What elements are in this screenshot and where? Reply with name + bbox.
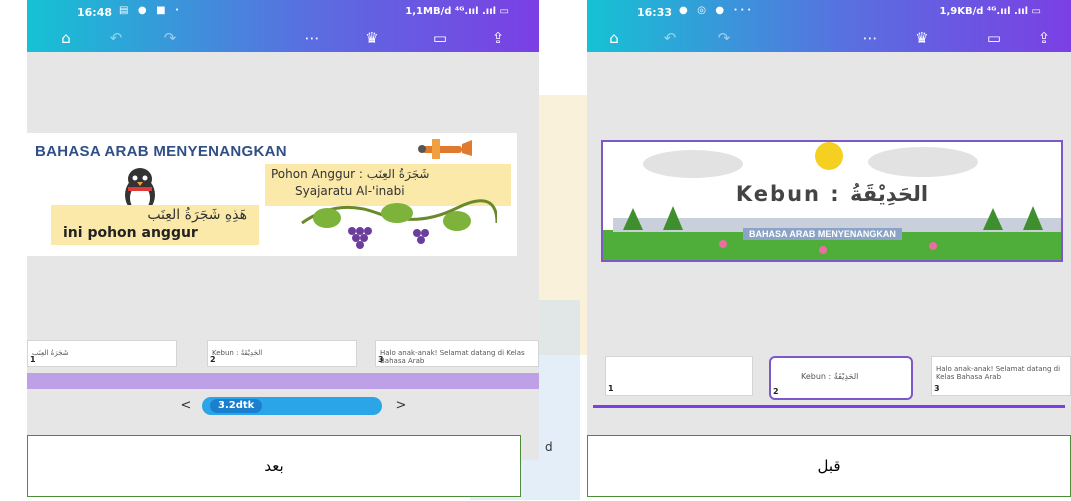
present-icon[interactable]: ▭ bbox=[427, 26, 453, 50]
slide-title: BAHASA ARAB MENYENANGKAN bbox=[35, 143, 287, 160]
redo-icon[interactable]: ↷ bbox=[711, 26, 737, 50]
animation-timeline[interactable] bbox=[27, 373, 539, 389]
thumbnail-text: Halo anak-anak! Selamat datang di Kelas … bbox=[380, 349, 525, 365]
share-icon[interactable]: ⇪ bbox=[1031, 26, 1057, 50]
app-header: 16:33 ● ◎ ● ··· 1,9KB/d ⁴ᴳ.ııl .ııl ▭ ⌂ … bbox=[587, 0, 1071, 52]
more-options-icon[interactable]: ⋯ bbox=[299, 26, 325, 50]
caption-before: قبل bbox=[587, 435, 1071, 497]
editor-toolbar: ⌂ ↶ ↷ ⋯ ♛ ▭ ⇪ bbox=[587, 26, 1071, 50]
status-bar: 16:48 ▤ ● ■ · 1,1MB/d ⁴ᴳ.ııl .ııl ▭ bbox=[27, 3, 539, 23]
caption-after: بعد bbox=[27, 435, 521, 497]
status-time: 16:48 bbox=[77, 6, 113, 19]
slide-thumbnail-3[interactable]: Halo anak-anak! Selamat datang di Kelas … bbox=[375, 340, 539, 367]
undo-icon[interactable]: ↶ bbox=[657, 26, 683, 50]
notification-icons: ▤ ● ■ · bbox=[119, 5, 182, 16]
after-screenshot: 16:48 ▤ ● ■ · 1,1MB/d ⁴ᴳ.ııl .ııl ▭ ⌂ ↶ … bbox=[27, 0, 539, 460]
status-network: 1,1MB/d ⁴ᴳ.ııl .ııl ▭ bbox=[405, 6, 509, 17]
slide-banner: BAHASA ARAB MENYENANGKAN bbox=[743, 228, 902, 240]
thumbnail-text: شَجَرَةُ العِنَب bbox=[32, 349, 69, 357]
before-screenshot: 16:33 ● ◎ ● ··· 1,9KB/d ⁴ᴳ.ııl .ııl ▭ ⌂ … bbox=[587, 0, 1071, 440]
vocab-word: Pohon Anggur : شَجَرَةُ العِنَب bbox=[271, 167, 430, 181]
duration-slider[interactable]: 3.2dtk bbox=[202, 397, 382, 415]
slide-thumbnail-2[interactable]: Kebun : الحَدِيْقَةُ 2 bbox=[769, 356, 913, 400]
slide-thumbnail-2[interactable]: Kebun : الحَدِيْقَةُ 2 bbox=[207, 340, 357, 367]
crown-icon[interactable]: ♛ bbox=[359, 26, 385, 50]
slide-thumbnail-3[interactable]: Halo anak-anak! Selamat datang di Kelas … bbox=[931, 356, 1071, 396]
slide-thumbnail-1[interactable]: 1 bbox=[605, 356, 753, 396]
status-network: 1,9KB/d ⁴ᴳ.ııl .ııl ▭ bbox=[939, 6, 1041, 17]
grape-vine-illustration bbox=[301, 199, 497, 249]
duration-value: 3.2dtk bbox=[210, 399, 263, 413]
latin-sentence: ini pohon anggur bbox=[63, 225, 198, 241]
previous-button[interactable]: < bbox=[175, 398, 197, 414]
thumbnail-number: 1 bbox=[30, 355, 36, 364]
thumbnail-text: Kebun : الحَدِيْقَةُ bbox=[212, 349, 263, 357]
playback-progress-bar bbox=[593, 405, 1065, 408]
slide-thumbnail-1[interactable]: شَجَرَةُ العِنَب 1 bbox=[27, 340, 177, 367]
home-icon[interactable]: ⌂ bbox=[601, 26, 627, 50]
cropped-text: d bbox=[545, 440, 553, 454]
status-time: 16:33 bbox=[637, 6, 673, 19]
slide-canvas[interactable]: BAHASA ARAB MENYENANGKAN هَذِهِ شَجَرَةُ… bbox=[27, 133, 517, 256]
home-icon[interactable]: ⌂ bbox=[53, 26, 79, 50]
airplane-icon bbox=[418, 139, 472, 159]
app-header: 16:48 ▤ ● ■ · 1,1MB/d ⁴ᴳ.ııl .ııl ▭ ⌂ ↶ … bbox=[27, 0, 539, 52]
thumbnail-number: 2 bbox=[773, 387, 779, 396]
notification-icons: ● ◎ ● ··· bbox=[679, 5, 755, 16]
present-icon[interactable]: ▭ bbox=[981, 26, 1007, 50]
editor-toolbar: ⌂ ↶ ↷ ⋯ ♛ ▭ ⇪ bbox=[27, 26, 539, 50]
sticky-note-left: هَذِهِ شَجَرَةُ العِنَب ini pohon anggur bbox=[51, 205, 259, 245]
thumbnail-number: 3 bbox=[378, 355, 384, 364]
undo-icon[interactable]: ↶ bbox=[103, 26, 129, 50]
crown-icon[interactable]: ♛ bbox=[909, 26, 935, 50]
arabic-sentence: هَذِهِ شَجَرَةُ العِنَب bbox=[147, 207, 247, 223]
thumbnail-number: 2 bbox=[210, 355, 216, 364]
share-icon[interactable]: ⇪ bbox=[485, 26, 511, 50]
slide-canvas[interactable]: Kebun : الحَدِيْقَةُ BAHASA ARAB MENYENA… bbox=[601, 140, 1063, 262]
redo-icon[interactable]: ↷ bbox=[157, 26, 183, 50]
status-bar: 16:33 ● ◎ ● ··· 1,9KB/d ⁴ᴳ.ııl .ııl ▭ bbox=[587, 3, 1071, 23]
slide-title: Kebun : الحَدِيْقَةُ bbox=[735, 182, 929, 206]
more-options-icon[interactable]: ⋯ bbox=[857, 26, 883, 50]
thumbnail-text: Halo anak-anak! Selamat datang di Kelas … bbox=[936, 365, 1061, 381]
thumbnail-number: 1 bbox=[608, 384, 614, 393]
next-button[interactable]: > bbox=[390, 398, 412, 414]
thumbnail-number: 3 bbox=[934, 384, 940, 393]
thumbnail-text: Kebun : الحَدِيْقَةُ bbox=[801, 372, 859, 381]
